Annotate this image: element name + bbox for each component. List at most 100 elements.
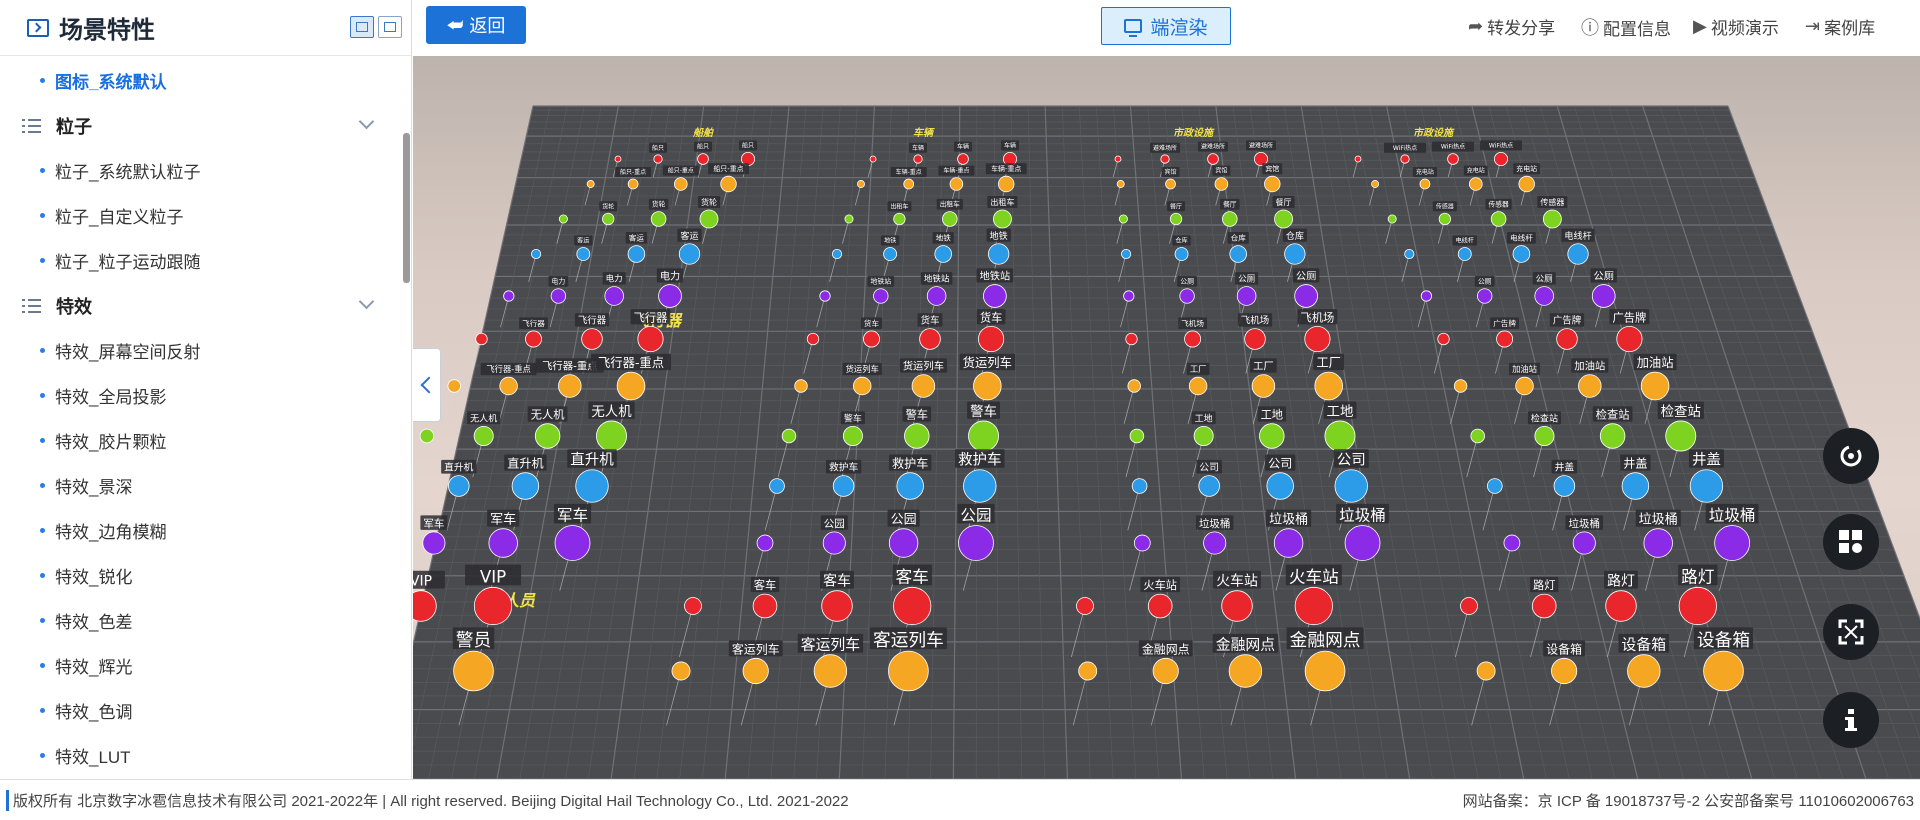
poi-label: 车辆-重点	[991, 164, 1021, 173]
tree-item-selected[interactable]: 图标_系统默认	[0, 58, 400, 103]
poi-marker-icon	[942, 211, 958, 227]
tree-item[interactable]: 粒子_系统默认粒子	[0, 148, 400, 193]
back-arrow-icon: ⮨	[446, 14, 464, 35]
tree-item[interactable]: 特效_景深	[0, 463, 400, 508]
chevron-down-icon[interactable]	[358, 293, 375, 310]
poi-label: 井盖	[1623, 457, 1647, 471]
tree-item[interactable]: 特效_锐化	[0, 553, 400, 598]
poi-marker-icon	[863, 330, 880, 348]
poi-marker-icon	[896, 472, 924, 500]
layout-button[interactable]	[1823, 514, 1879, 570]
poi-marker-icon	[586, 180, 595, 188]
tree-item[interactable]: 特效_色调	[0, 688, 400, 733]
poi-marker-icon	[1665, 420, 1697, 452]
poi-marker-icon	[1129, 428, 1145, 444]
poi-marker-icon	[1207, 153, 1219, 165]
config-info-button[interactable]: ⓘ 配置信息	[1581, 14, 1671, 40]
poi-marker-icon	[1179, 288, 1195, 304]
video-demo-button[interactable]: ▶ 视频演示	[1693, 14, 1779, 39]
tree-item[interactable]: 特效_边角模糊	[0, 508, 400, 553]
chevron-down-icon[interactable]	[358, 113, 375, 130]
tree-item[interactable]: 特效_全局投影	[0, 373, 400, 418]
poi-label: 飞行器	[634, 311, 668, 324]
list-icon	[22, 118, 42, 133]
poi-marker-icon	[869, 155, 877, 163]
scene-canvas[interactable]: 船舶车辆市政设施市政设施飞行器人员船只船只船只车辆车辆车辆避难场所避难场所避难场…	[413, 56, 1920, 779]
poi-label: 船只	[742, 141, 754, 149]
sidebar-scrollbar[interactable]	[403, 133, 410, 283]
rotate-view-button[interactable]	[1823, 428, 1879, 484]
share-button[interactable]: ➦ 转发分享	[1468, 14, 1555, 39]
poi-label: 餐厅	[1170, 202, 1182, 210]
poi-marker-icon	[1125, 332, 1138, 346]
poi-label: 货车	[921, 315, 940, 327]
bullet-icon	[40, 258, 45, 263]
poi-marker-icon	[893, 212, 906, 226]
poi-marker-icon	[911, 374, 936, 398]
tree-item[interactable]: 特效_LUT	[0, 733, 400, 778]
fullscreen-icon	[1838, 619, 1864, 645]
scene-viewport[interactable]: 船舶车辆市政设施市政设施飞行器人员船只船只船只车辆车辆车辆避难场所避难场所避难场…	[413, 56, 1920, 779]
poi-marker-icon	[1259, 423, 1285, 449]
poi-label: 车辆	[912, 144, 924, 152]
poi-marker-icon	[1236, 286, 1257, 306]
tree-item[interactable]: 特效_色差	[0, 598, 400, 643]
back-button[interactable]: ⮨ 返回	[426, 6, 526, 44]
tree-item-label: 特效_色差	[55, 613, 133, 632]
poi-marker-icon	[1371, 180, 1380, 188]
poi-label: 金融网点	[1290, 630, 1361, 651]
poi-marker-icon	[794, 379, 808, 393]
config-info-label: 配置信息	[1603, 19, 1671, 39]
poi-label: 路灯	[1607, 574, 1635, 590]
poi-label: 金融网点	[1216, 637, 1275, 654]
poi-label: 公司	[1268, 457, 1292, 471]
poi-marker-icon	[1556, 328, 1578, 350]
tree-item[interactable]: 特效_辉光	[0, 643, 400, 688]
poi-marker-icon	[852, 376, 872, 396]
poi-label: 货轮	[701, 197, 717, 207]
poi-marker-icon	[973, 371, 1002, 401]
poi-marker-icon	[1264, 175, 1281, 193]
render-button[interactable]: 端渲染	[1101, 7, 1231, 45]
poi-marker-icon	[1534, 426, 1555, 446]
render-button-label: 端渲染	[1150, 17, 1208, 39]
poi-label: 客运列车	[732, 641, 780, 656]
poi-marker-icon	[1304, 650, 1346, 692]
info-circle-icon: ⓘ	[1581, 18, 1599, 38]
poi-label: 仓库	[1286, 230, 1304, 242]
tree-item[interactable]: 粒子_粒子运动跟随	[0, 238, 400, 283]
image-view-toggle-icon[interactable]	[378, 16, 402, 38]
tree-item[interactable]: 特效_胶片颗粒	[0, 418, 400, 463]
poi-label: 飞行器	[522, 318, 545, 328]
poi-label: 加油站	[1637, 356, 1674, 370]
poi-marker-icon	[806, 332, 820, 346]
poi-label: 垃圾桶	[1639, 513, 1678, 528]
tree-group-effects[interactable]: 特效	[0, 283, 400, 328]
poi-marker-icon	[475, 332, 488, 346]
poi-label: 金融网点	[1142, 641, 1190, 656]
list-view-toggle-icon[interactable]	[350, 16, 374, 38]
poi-label: 飞机场	[1301, 310, 1335, 324]
tree-group-particles[interactable]: 粒子	[0, 103, 400, 148]
info-button[interactable]	[1823, 692, 1879, 748]
info-icon	[1845, 709, 1857, 731]
poi-marker-icon	[958, 525, 994, 561]
poi-marker-icon	[888, 528, 919, 558]
tree-item[interactable]: 粒子_自定义粒子	[0, 193, 400, 238]
poi-label: 路灯	[1681, 567, 1714, 586]
poi-label: 仓库	[1175, 236, 1187, 244]
tree-group-label: 粒子	[56, 116, 92, 137]
poi-label: 垃圾桶	[1709, 507, 1756, 525]
tree-item[interactable]: 特效_屏幕空间反射	[0, 328, 400, 373]
collapse-sidebar-button[interactable]	[413, 348, 441, 422]
poi-marker-icon	[821, 590, 853, 622]
case-library-button[interactable]: ⇥ 案例库	[1805, 14, 1875, 39]
poi-label: 公园	[824, 518, 845, 530]
tree-item-label: 特效_锐化	[55, 568, 133, 587]
poi-marker-icon	[1229, 245, 1247, 263]
poi-label: 客运	[629, 233, 645, 243]
fullscreen-button[interactable]	[1823, 604, 1879, 660]
poi-label: 电力	[552, 277, 566, 286]
poi-label: 公园	[960, 507, 991, 525]
poi-label: 货运列车	[963, 355, 1012, 370]
